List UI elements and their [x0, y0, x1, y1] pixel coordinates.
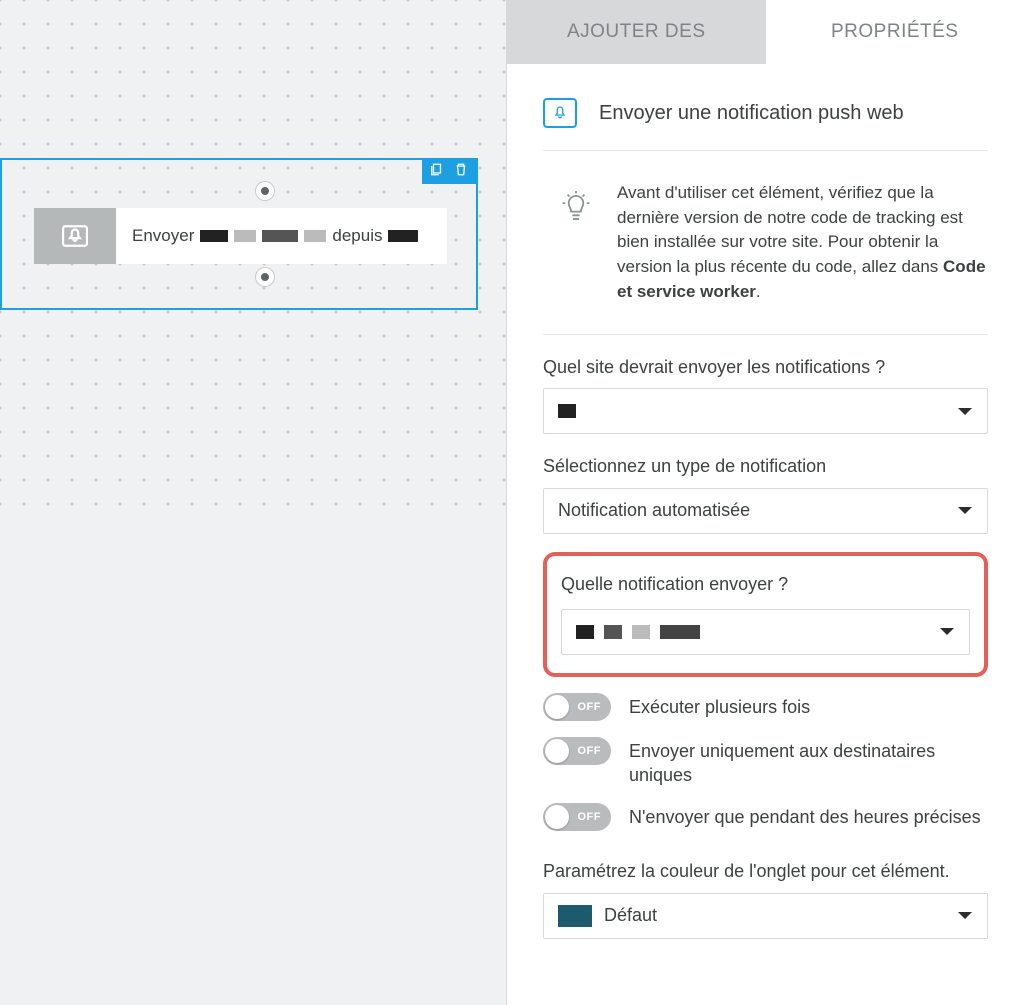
toggle-switch[interactable]: OFF: [543, 803, 611, 831]
node-prefix: Envoyer: [132, 226, 194, 246]
color-swatch: [558, 905, 592, 927]
redacted-text: [200, 230, 228, 242]
properties-panel: AJOUTER DES PROPRIÉTÉS Envoyer une notif…: [506, 0, 1024, 1005]
redacted-text: [262, 230, 298, 242]
field-label: Quelle notification envoyer ?: [561, 572, 970, 597]
push-notification-icon: [543, 98, 577, 128]
type-select[interactable]: Notification automatisée: [543, 488, 988, 534]
field-label: Sélectionnez un type de notification: [543, 454, 988, 479]
toggle-hours: OFF N'envoyer que pendant des heures pré…: [543, 787, 988, 831]
toggle-unique: OFF Envoyer uniquement aux destinataires…: [543, 721, 988, 788]
highlighted-field: Quelle notification envoyer ?: [543, 552, 988, 677]
node-text: Envoyer depuis: [116, 226, 418, 246]
color-select[interactable]: Défaut: [543, 893, 988, 939]
toggle-switch[interactable]: OFF: [543, 737, 611, 765]
select-value: Défaut: [604, 905, 657, 926]
bell-notification-icon: [60, 223, 90, 249]
toggle-label: N'envoyer que pendant des heures précise…: [629, 803, 981, 829]
panel-tabs: AJOUTER DES PROPRIÉTÉS: [507, 0, 1024, 64]
redacted-text: [234, 230, 256, 242]
node-toolbar: [422, 160, 476, 184]
info-callout: Avant d'utiliser cet élément, vérifiez q…: [543, 151, 988, 335]
tab-add[interactable]: AJOUTER DES: [507, 0, 766, 64]
toggle-switch[interactable]: OFF: [543, 693, 611, 721]
redacted-text: [388, 230, 418, 242]
selected-node[interactable]: Envoyer depuis: [0, 158, 478, 310]
panel-title: Envoyer une notification push web: [599, 102, 904, 125]
node-icon-box: [34, 208, 116, 264]
field-label: Paramétrez la couleur de l'onglet pour c…: [543, 859, 988, 884]
workflow-canvas[interactable]: Envoyer depuis: [0, 0, 506, 1005]
field-site: Quel site devrait envoyer les notificati…: [543, 335, 988, 434]
toggle-multiple: OFF Exécuter plusieurs fois: [543, 677, 988, 721]
canvas-bg: [0, 510, 506, 1005]
tab-properties[interactable]: PROPRIÉTÉS: [766, 0, 1024, 64]
site-select[interactable]: [543, 388, 988, 434]
duplicate-icon[interactable]: [430, 162, 444, 182]
chevron-down-icon: [957, 905, 973, 926]
panel-header-section: Envoyer une notification push web Avant …: [543, 64, 988, 335]
notification-select[interactable]: [561, 609, 970, 655]
info-text: Avant d'utiliser cet élément, vérifiez q…: [617, 181, 988, 304]
node-card[interactable]: Envoyer depuis: [34, 208, 447, 264]
field-label: Quel site devrait envoyer les notificati…: [543, 355, 988, 380]
lightbulb-icon: [561, 191, 591, 230]
field-type: Sélectionnez un type de notification Not…: [543, 434, 988, 533]
redacted-text: [304, 230, 326, 242]
chevron-down-icon: [957, 500, 973, 521]
toggle-label: Envoyer uniquement aux destinataires uni…: [629, 737, 988, 788]
chevron-down-icon: [939, 621, 955, 642]
trash-icon[interactable]: [454, 162, 468, 182]
node-port-top[interactable]: [256, 182, 274, 200]
field-color: Paramétrez la couleur de l'onglet pour c…: [543, 831, 988, 938]
chevron-down-icon: [957, 401, 973, 422]
node-port-bottom[interactable]: [256, 268, 274, 286]
node-middle: depuis: [332, 226, 382, 246]
toggle-label: Exécuter plusieurs fois: [629, 693, 810, 719]
select-value: Notification automatisée: [558, 500, 750, 521]
